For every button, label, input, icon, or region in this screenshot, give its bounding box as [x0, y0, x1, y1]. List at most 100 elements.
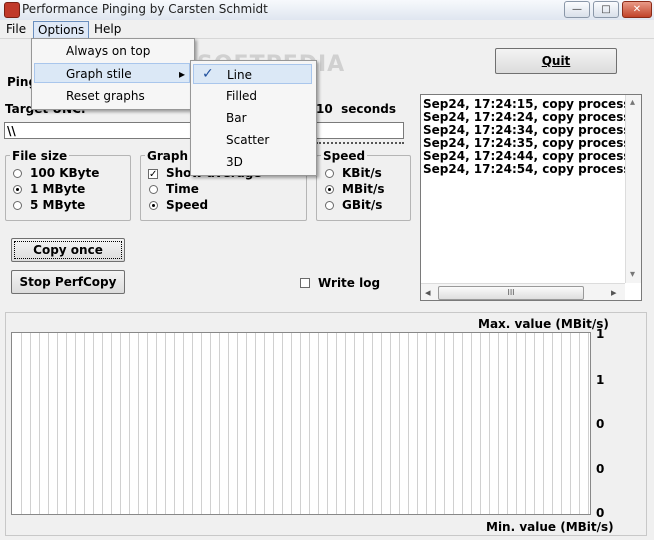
graph-gridline — [138, 333, 139, 514]
log-vertical-scrollbar[interactable]: ▴ ▾ — [625, 95, 641, 283]
scroll-thumb[interactable]: III — [438, 286, 584, 300]
speed-label-mbit: MBit/s — [342, 182, 385, 196]
graph-gridline — [75, 333, 76, 514]
graph-gridline — [354, 333, 355, 514]
submenu-item-bar[interactable]: Bar — [193, 108, 312, 128]
file-size-label-100kb: 100 KByte — [30, 166, 100, 180]
close-button[interactable]: ✕ — [622, 1, 652, 18]
graph-gridline — [426, 333, 427, 514]
graph-gridline — [372, 333, 373, 514]
graph-gridline — [120, 333, 121, 514]
speed-radio-gbit[interactable] — [325, 201, 334, 210]
menu-item-always-on-top[interactable]: Always on top — [34, 41, 190, 61]
copy-once-button[interactable]: Copy once — [11, 238, 125, 262]
submenu-item-filled[interactable]: Filled — [193, 86, 312, 106]
file-size-radio-5mb[interactable] — [13, 201, 22, 210]
graph-ytick: 0 — [596, 417, 605, 431]
file-size-label-5mb: 5 MByte — [30, 198, 86, 212]
options-dropdown-menu: Always on top Graph stile ▸ Reset graphs — [31, 38, 195, 110]
speed-radio-kbit[interactable] — [325, 169, 334, 178]
scroll-up-icon[interactable]: ▴ — [630, 97, 635, 108]
file-size-radio-1mb[interactable] — [13, 185, 22, 194]
scroll-down-icon[interactable]: ▾ — [630, 269, 635, 280]
graph-gridline — [39, 333, 40, 514]
graph-gridline — [192, 333, 193, 514]
menu-item-graph-stile[interactable]: Graph stile ▸ — [34, 63, 190, 83]
scroll-right-icon[interactable]: ▸ — [611, 286, 617, 299]
graph-gridline — [228, 333, 229, 514]
graph-gridline — [552, 333, 553, 514]
graph-label-speed: Speed — [166, 198, 209, 212]
menu-help[interactable]: Help — [90, 21, 125, 37]
minimize-button[interactable]: — — [564, 1, 590, 18]
graph-radio-speed[interactable] — [149, 201, 158, 210]
graph-gridline — [579, 333, 580, 514]
graph-gridline — [174, 333, 175, 514]
graph-gridline — [273, 333, 274, 514]
graph-gridline — [219, 333, 220, 514]
graph-gridline — [534, 333, 535, 514]
graph-gridline — [336, 333, 337, 514]
target-input-value: \\ — [7, 124, 16, 138]
scroll-left-icon[interactable]: ◂ — [425, 286, 431, 299]
graph-gridline — [345, 333, 346, 514]
menu-item-graph-stile-label: Graph stile — [66, 67, 132, 81]
graph-label-time: Time — [166, 182, 199, 196]
graph-gridline — [390, 333, 391, 514]
graph-gridline — [399, 333, 400, 514]
graph-gridline — [471, 333, 472, 514]
graph-gridline — [66, 333, 67, 514]
menu-file[interactable]: File — [2, 21, 30, 37]
log-listbox[interactable]: Sep24, 17:24:15, copy process has Sep24,… — [420, 94, 642, 301]
file-size-label-1mb: 1 MByte — [30, 182, 86, 196]
menu-options[interactable]: Options — [33, 21, 90, 39]
graph-gridline — [246, 333, 247, 514]
graph-gridline — [435, 333, 436, 514]
speed-label-gbit: GBit/s — [342, 198, 383, 212]
graph-gridline — [327, 333, 328, 514]
graph-gridline — [183, 333, 184, 514]
graph-gridline — [417, 333, 418, 514]
graph-gridline — [264, 333, 265, 514]
submenu-item-scatter[interactable]: Scatter — [193, 130, 312, 150]
submenu-arrow-icon: ▸ — [179, 67, 186, 81]
log-horizontal-scrollbar[interactable]: ◂ III ▸ — [421, 283, 625, 300]
graph-gridline — [210, 333, 211, 514]
submenu-item-filled-label: Filled — [226, 89, 258, 103]
graph-gridline — [543, 333, 544, 514]
graph-gridline — [201, 333, 202, 514]
graph-max-label: Max. value (MBit/s) — [478, 317, 609, 331]
graph-ytick: 0 — [596, 506, 605, 520]
graph-gridline — [147, 333, 148, 514]
checkmark-icon: ✓ — [202, 66, 214, 82]
maximize-button[interactable]: □ — [593, 1, 619, 18]
graph-gridline — [165, 333, 166, 514]
graph-gridline — [282, 333, 283, 514]
stop-perfcopy-button[interactable]: Stop PerfCopy — [11, 270, 125, 294]
interval-value: 10 — [316, 102, 333, 116]
graph-gridline — [453, 333, 454, 514]
show-average-checkbox[interactable]: ✓ — [148, 169, 158, 180]
graph-radio-time[interactable] — [149, 185, 158, 194]
app-icon — [4, 2, 20, 18]
graph-gridline — [255, 333, 256, 514]
submenu-item-line[interactable]: ✓ Line — [193, 64, 312, 84]
menu-item-reset-graphs[interactable]: Reset graphs — [34, 86, 190, 106]
graph-gridline — [93, 333, 94, 514]
speed-radio-mbit[interactable] — [325, 185, 334, 194]
interval-dotted-line — [316, 142, 404, 144]
interval-display: 10 seconds — [316, 102, 396, 116]
graph-gridline — [309, 333, 310, 514]
interval-unit: seconds — [341, 102, 396, 116]
file-size-radio-100kb[interactable] — [13, 169, 22, 178]
graph-gridline — [588, 333, 589, 514]
submenu-item-scatter-label: Scatter — [226, 133, 270, 147]
graph-gridline — [300, 333, 301, 514]
menu-item-always-on-top-label: Always on top — [66, 44, 151, 58]
write-log-checkbox[interactable] — [300, 278, 310, 288]
graph-gridline — [570, 333, 571, 514]
graph-gridline — [462, 333, 463, 514]
submenu-item-3d[interactable]: 3D — [193, 152, 312, 172]
write-log-label: Write log — [318, 276, 381, 290]
quit-button[interactable]: Quit — [495, 48, 617, 74]
